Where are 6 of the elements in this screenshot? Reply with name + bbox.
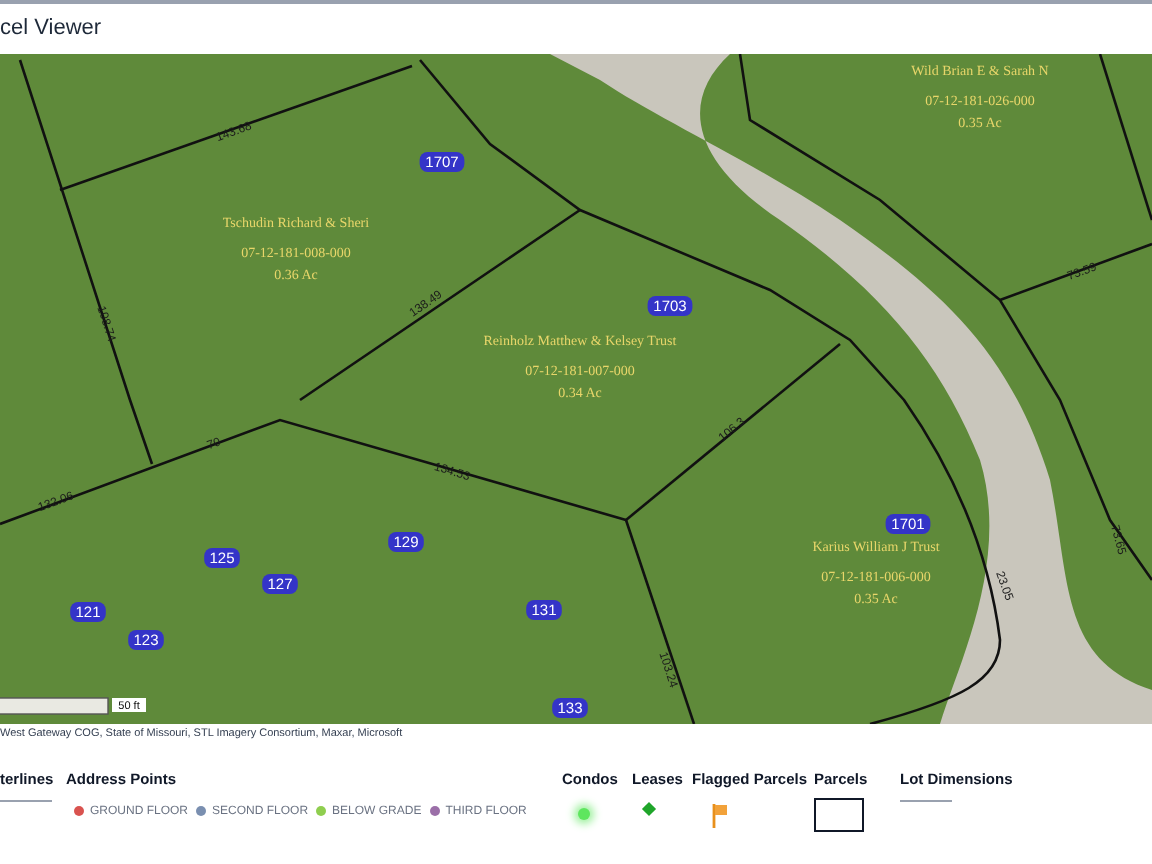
scale-bar [0, 697, 109, 715]
line-symbol [0, 799, 52, 801]
box-symbol [814, 797, 864, 831]
line-symbol [900, 799, 952, 801]
window-title: cel Viewer [0, 18, 102, 40]
flag-icon [712, 803, 728, 827]
